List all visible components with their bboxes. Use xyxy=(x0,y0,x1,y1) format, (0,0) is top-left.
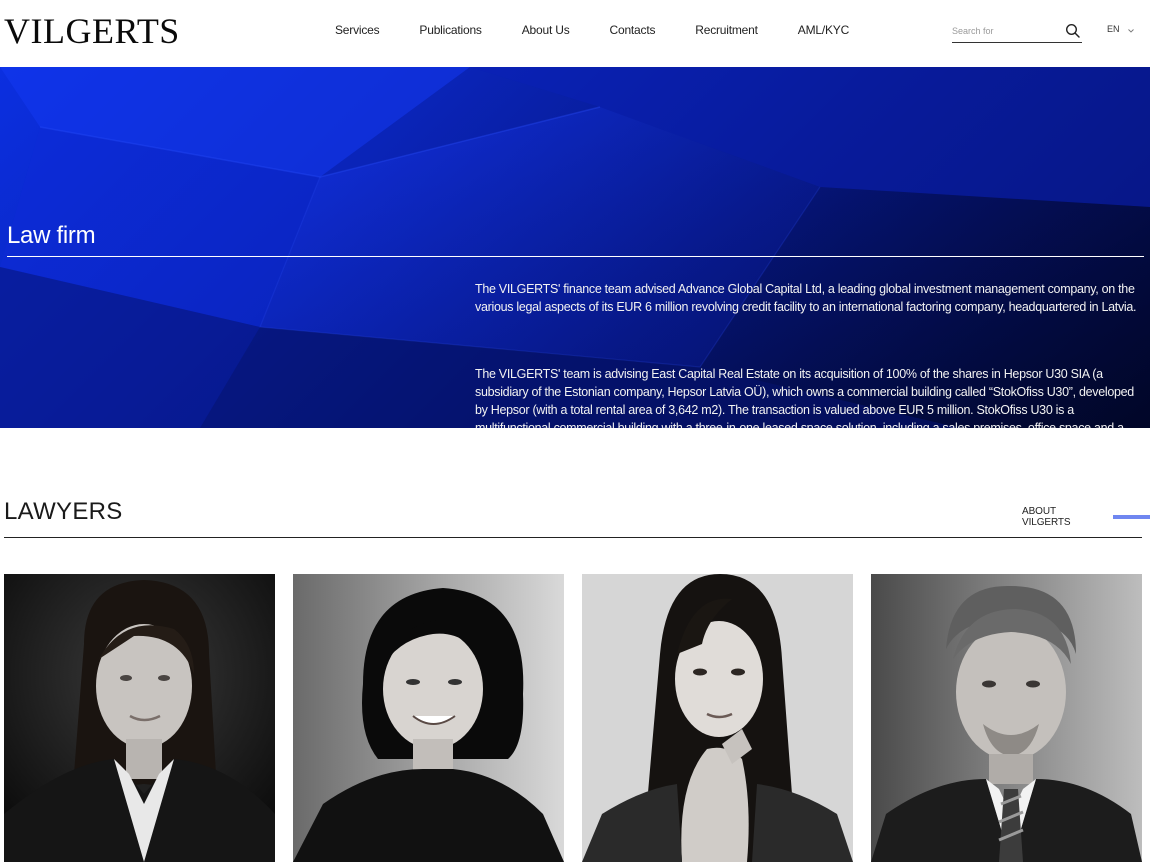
nav-services[interactable]: Services xyxy=(335,22,380,38)
search-input[interactable] xyxy=(952,20,1057,40)
nav-contacts[interactable]: Contacts xyxy=(610,22,656,38)
hero-banner: Law firm The VILGERTS' finance team advi… xyxy=(0,67,1150,428)
hero-title: Law firm xyxy=(7,222,96,249)
lawyers-heading: LAWYERS xyxy=(4,498,123,525)
nav-publications[interactable]: Publications xyxy=(419,22,482,38)
news-item[interactable]: The VILGERTS' finance team advised Advan… xyxy=(475,280,1145,316)
language-selector[interactable]: EN xyxy=(1107,24,1134,34)
nav-aml-kyc[interactable]: AML/KYC xyxy=(798,22,849,38)
nav-recruitment[interactable]: Recruitment xyxy=(695,22,758,38)
site-header: VILGERTS Services Publications About Us … xyxy=(0,0,1150,67)
main-nav: Services Publications About Us Contacts … xyxy=(315,22,869,38)
nav-about-us[interactable]: About Us xyxy=(522,22,570,38)
lawyer-portrait-1 xyxy=(4,574,275,862)
language-label: EN xyxy=(1107,24,1120,34)
hero-divider xyxy=(7,256,1144,257)
site-logo[interactable]: VILGERTS xyxy=(4,12,180,50)
section-divider xyxy=(4,537,1142,538)
about-vilgerts-label: ABOUT VILGERTS xyxy=(1022,506,1071,528)
about-vilgerts-link[interactable]: ABOUT VILGERTS xyxy=(1022,506,1150,528)
chevron-down-icon xyxy=(1127,26,1134,33)
lawyer-card[interactable] xyxy=(293,574,564,862)
lawyer-card[interactable] xyxy=(871,574,1142,862)
news-item[interactable]: The VILGERTS' team is advising East Capi… xyxy=(475,365,1145,428)
accent-bar xyxy=(1112,515,1150,519)
lawyer-card[interactable] xyxy=(582,574,853,862)
lawyer-portrait-4 xyxy=(871,574,1142,862)
lawyer-portrait-2 xyxy=(293,574,564,862)
lawyer-portrait-3 xyxy=(582,574,853,862)
search-box xyxy=(952,20,1082,43)
lawyer-card[interactable] xyxy=(4,574,275,862)
search-icon[interactable] xyxy=(1065,23,1081,39)
